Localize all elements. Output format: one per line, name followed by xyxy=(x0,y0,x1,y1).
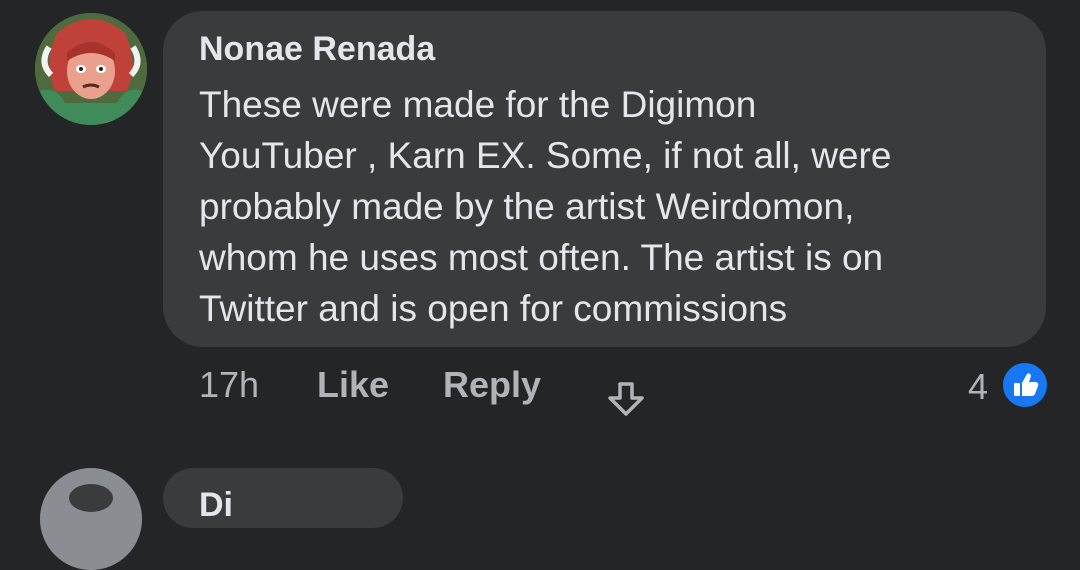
comment-text-line: probably made by the artist Weirdomon, xyxy=(199,186,855,227)
comment: Nonae Renada These were made for the Dig… xyxy=(0,0,1080,570)
comment-bubble: Nonae Renada These were made for the Dig… xyxy=(163,11,1046,347)
avatar-illustration xyxy=(35,13,147,125)
next-comment-author[interactable]: Di xyxy=(199,486,233,525)
comment-text-line: These were made for the Digimon xyxy=(199,84,757,125)
comment-author[interactable]: Nonae Renada xyxy=(199,30,435,69)
reply-button[interactable]: Reply xyxy=(443,364,541,406)
comment-text-line: Twitter and is open for commissions xyxy=(199,288,788,329)
reaction-count[interactable]: 4 xyxy=(968,366,988,408)
next-comment-bubble: Di xyxy=(163,468,403,528)
thumbs-up-icon[interactable] xyxy=(1000,360,1050,410)
comment-timestamp[interactable]: 17h xyxy=(199,364,259,406)
comment-text-line: YouTuber , Karn EX. Some, if not all, we… xyxy=(199,135,892,176)
comment-text-line: whom he uses most often. The artist is o… xyxy=(199,237,884,278)
next-avatar-photo xyxy=(40,468,142,570)
share-arrow-icon[interactable] xyxy=(604,378,648,422)
comment-text: These were made for the Digimon YouTuber… xyxy=(199,79,1019,334)
like-button[interactable]: Like xyxy=(317,364,389,406)
avatar[interactable] xyxy=(35,13,147,125)
thumbs-up-glyph xyxy=(1014,373,1039,396)
next-comment-avatar[interactable] xyxy=(40,468,142,570)
comment-actions: 17h Like Reply xyxy=(0,364,1080,414)
